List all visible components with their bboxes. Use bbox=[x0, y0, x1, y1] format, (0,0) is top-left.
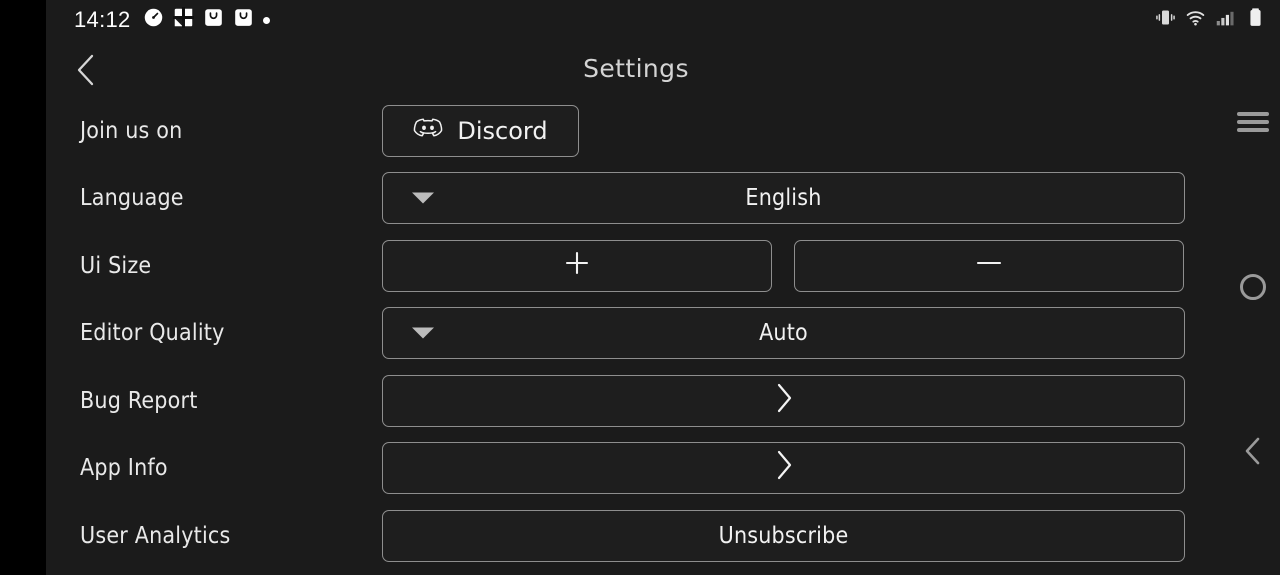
settings-row-bug-report: Bug Report bbox=[46, 367, 1280, 435]
app-info-button[interactable] bbox=[382, 442, 1185, 495]
settings-row-language: Language English bbox=[46, 165, 1280, 233]
row-control bbox=[382, 374, 1188, 427]
settings-row-join-us-on: Join us on Discord bbox=[46, 97, 1280, 165]
chevron-left-icon bbox=[1241, 436, 1265, 471]
unsubscribe-label: Unsubscribe bbox=[718, 522, 849, 549]
status-bar: 14:12 bbox=[46, 0, 1280, 40]
chevron-right-icon bbox=[773, 382, 795, 420]
puzzle-piece-icon bbox=[172, 7, 194, 33]
row-label: Ui Size bbox=[80, 252, 152, 279]
status-clock: 14:12 bbox=[74, 7, 131, 32]
editor-quality-value: Auto bbox=[759, 320, 808, 347]
row-control: Unsubscribe bbox=[382, 509, 1188, 562]
hamburger-icon bbox=[1237, 108, 1269, 136]
chevron-down-icon bbox=[412, 192, 434, 204]
minus-icon bbox=[974, 248, 1004, 284]
row-control: Auto bbox=[382, 307, 1188, 360]
settings-list: Join us on Discord Language English Ui S… bbox=[46, 97, 1280, 570]
row-control: Discord bbox=[382, 104, 1188, 157]
shopping-bag-icon bbox=[203, 7, 224, 33]
row-label: Join us on bbox=[80, 117, 183, 144]
status-bar-left: 14:12 bbox=[74, 7, 270, 33]
nav-recents-button[interactable] bbox=[1234, 103, 1272, 141]
language-value: English bbox=[745, 185, 822, 212]
plus-icon bbox=[562, 248, 592, 284]
android-nav-bar bbox=[1226, 0, 1280, 575]
shopping-bag-icon bbox=[233, 7, 254, 33]
editor-quality-dropdown[interactable]: Auto bbox=[382, 307, 1185, 360]
nav-back-button[interactable] bbox=[1234, 434, 1272, 472]
device-screen: 14:12 Settings Join us on Discord Langua… bbox=[0, 0, 1280, 575]
nav-home-button[interactable] bbox=[1234, 268, 1272, 306]
ui-size-increase-button[interactable] bbox=[382, 239, 772, 292]
row-label: Language bbox=[80, 185, 184, 212]
ui-size-decrease-button[interactable] bbox=[794, 239, 1184, 292]
speedometer-icon bbox=[143, 7, 164, 33]
title-bar: Settings bbox=[46, 40, 1280, 97]
settings-row-app-info: App Info bbox=[46, 435, 1280, 503]
row-control bbox=[382, 442, 1188, 495]
page-title: Settings bbox=[583, 54, 689, 83]
settings-row-ui-size: Ui Size bbox=[46, 232, 1280, 300]
discord-button-label: Discord bbox=[457, 116, 548, 145]
dot-indicator-icon bbox=[262, 16, 270, 24]
row-label: User Analytics bbox=[80, 522, 231, 549]
language-dropdown[interactable]: English bbox=[382, 172, 1185, 225]
row-label: App Info bbox=[80, 455, 168, 482]
row-control: English bbox=[382, 172, 1188, 225]
discord-icon bbox=[413, 116, 443, 145]
left-bezel bbox=[0, 0, 46, 575]
bug-report-button[interactable] bbox=[382, 374, 1185, 427]
vibrate-icon bbox=[1155, 7, 1176, 33]
row-control bbox=[382, 239, 1188, 292]
circle-icon bbox=[1240, 274, 1266, 300]
settings-row-editor-quality: Editor Quality Auto bbox=[46, 300, 1280, 368]
row-label: Bug Report bbox=[80, 387, 198, 414]
chevron-right-icon bbox=[773, 449, 795, 487]
wifi-icon bbox=[1185, 7, 1206, 33]
chevron-down-icon bbox=[412, 327, 434, 339]
row-label: Editor Quality bbox=[80, 320, 225, 347]
unsubscribe-button[interactable]: Unsubscribe bbox=[382, 509, 1185, 562]
app-window: 14:12 Settings Join us on Discord Langua… bbox=[46, 0, 1280, 575]
discord-button[interactable]: Discord bbox=[382, 104, 579, 157]
settings-row-user-analytics: User Analytics Unsubscribe bbox=[46, 502, 1280, 570]
